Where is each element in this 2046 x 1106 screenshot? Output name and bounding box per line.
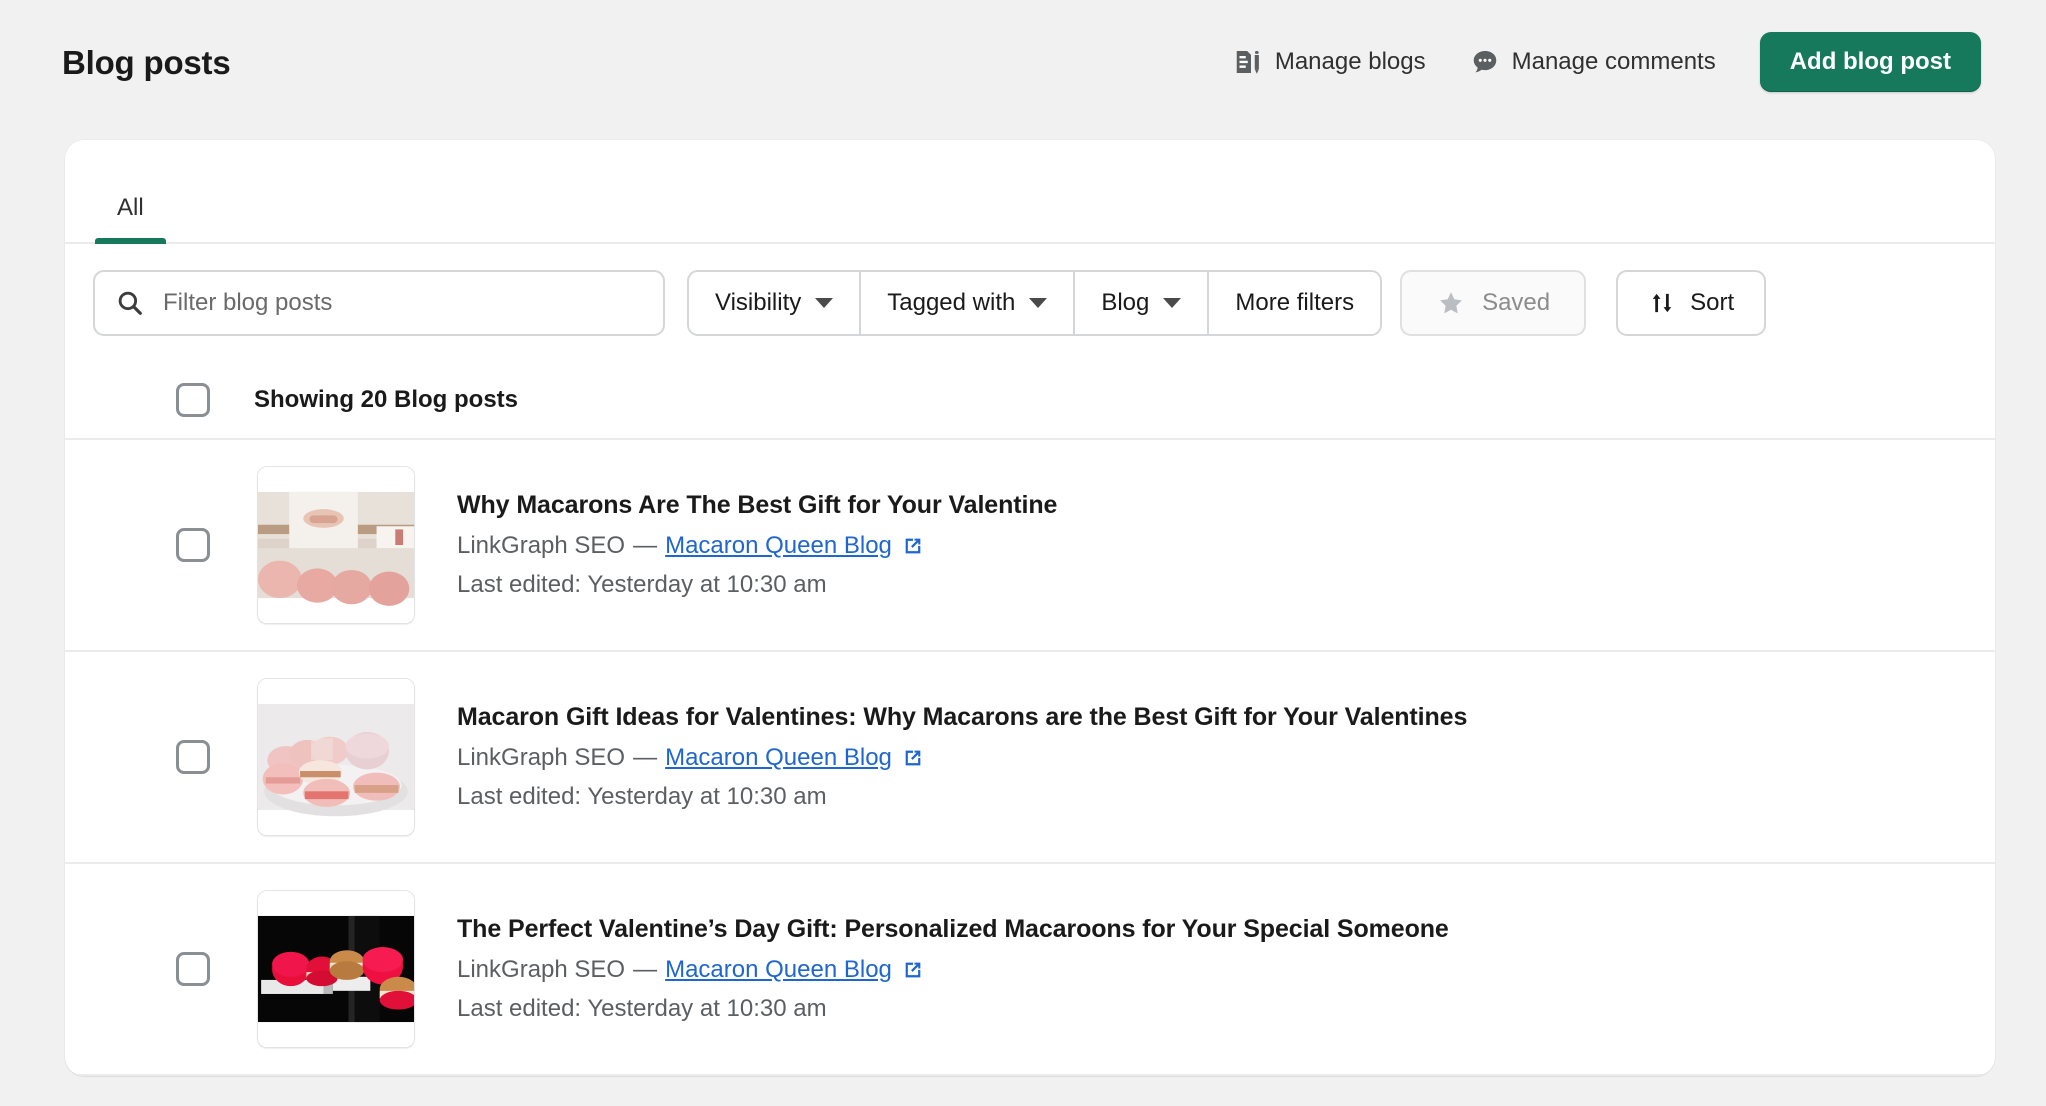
table-row[interactable]: Why Macarons Are The Best Gift for Your … [65,440,1995,652]
manage-comments-button[interactable]: Manage comments [1448,37,1738,87]
post-meta: LinkGraph SEO — Macaron Queen Blog [457,530,1057,561]
post-author: LinkGraph SEO [457,531,626,559]
filter-visibility-button[interactable]: Visibility [689,272,862,334]
filter-tagged-with-label: Tagged with [887,289,1016,316]
filter-blog-label: Blog [1101,289,1150,316]
page-title: Blog posts [62,43,231,81]
add-blog-post-button[interactable]: Add blog post [1759,32,1981,92]
post-author: LinkGraph SEO [457,743,626,771]
filter-tagged-with-button[interactable]: Tagged with [861,272,1076,334]
row-checkbox[interactable] [176,528,210,562]
blog-link[interactable]: Macaron Queen Blog [665,742,892,773]
blog-posts-page: Blog posts Manage blogs Manage comments … [0,0,2046,1106]
chevron-down-icon [1163,298,1182,308]
filter-bar: Visibility Tagged with Blog More filters [65,244,1995,362]
post-details: Macaron Gift Ideas for Valentines: Why M… [457,702,1467,813]
post-thumbnail [257,466,415,624]
meta-separator: — [633,955,658,983]
post-details: The Perfect Valentine’s Day Gift: Person… [457,914,1449,1025]
search-input[interactable] [93,270,665,336]
document-pencil-icon [1233,47,1263,77]
meta-separator: — [633,743,658,771]
tab-all[interactable]: All [89,196,172,244]
search-field-wrapper [93,270,665,336]
select-all-checkbox[interactable] [176,383,210,417]
table-row[interactable]: The Perfect Valentine’s Day Gift: Person… [65,864,1995,1076]
manage-blogs-button[interactable]: Manage blogs [1211,37,1448,87]
filter-blog-button[interactable]: Blog [1075,272,1210,334]
meta-separator: — [633,531,658,559]
post-thumbnail [257,678,415,836]
post-last-edited: Last edited: Yesterday at 10:30 am [457,571,827,599]
post-last-edited: Last edited: Yesterday at 10:30 am [457,783,827,811]
chevron-down-icon [815,298,834,308]
post-title[interactable]: Macaron Gift Ideas for Valentines: Why M… [457,702,1467,733]
more-filters-button[interactable]: More filters [1209,272,1381,334]
header-actions: Manage blogs Manage comments Add blog po… [1211,32,1981,92]
blog-link[interactable]: Macaron Queen Blog [665,954,892,985]
saved-views-button[interactable]: Saved [1400,270,1587,336]
table-row[interactable]: Macaron Gift Ideas for Valentines: Why M… [65,652,1995,864]
post-meta: LinkGraph SEO — Macaron Queen Blog [457,742,1467,773]
external-link-icon[interactable] [902,535,924,557]
chevron-down-icon [1029,298,1048,308]
sort-button[interactable]: Sort [1616,270,1767,336]
manage-comments-label: Manage comments [1511,48,1716,75]
external-link-icon[interactable] [902,747,924,769]
post-thumbnail [257,890,415,1048]
post-meta: LinkGraph SEO — Macaron Queen Blog [457,954,1449,985]
tab-bar: All [65,140,1995,244]
star-icon [1436,288,1466,318]
more-filters-label: More filters [1235,289,1355,316]
post-title[interactable]: The Perfect Valentine’s Day Gift: Person… [457,914,1449,945]
blog-link[interactable]: Macaron Queen Blog [665,530,892,561]
row-checkbox[interactable] [176,740,210,774]
filter-visibility-label: Visibility [715,289,802,316]
showing-count-label: Showing 20 Blog posts [254,386,519,413]
row-checkbox[interactable] [176,952,210,986]
sort-label: Sort [1690,289,1735,316]
manage-blogs-label: Manage blogs [1274,48,1426,75]
post-title[interactable]: Why Macarons Are The Best Gift for Your … [457,490,1057,521]
sort-arrows-icon [1648,289,1676,317]
blog-posts-card: All Visibility Tagged with [65,140,1995,1076]
post-author: LinkGraph SEO [457,955,626,983]
filter-button-group: Visibility Tagged with Blog More filters [687,270,1383,336]
post-last-edited: Last edited: Yesterday at 10:30 am [457,995,827,1023]
page-header: Blog posts Manage blogs Manage comments … [0,0,2046,124]
external-link-icon[interactable] [902,959,924,981]
select-all-row: Showing 20 Blog posts [65,362,1995,440]
saved-views-label: Saved [1482,289,1551,316]
comment-bubble-icon [1470,47,1500,77]
post-details: Why Macarons Are The Best Gift for Your … [457,490,1057,601]
